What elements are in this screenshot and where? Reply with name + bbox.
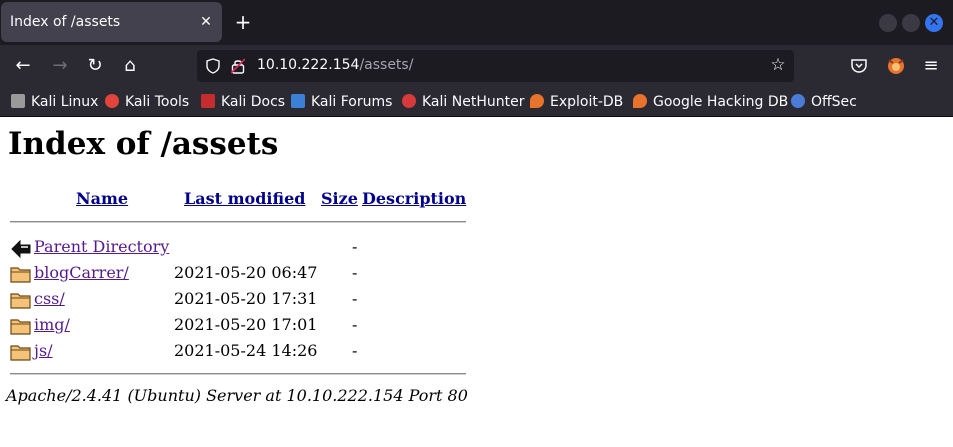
bookmark-kali-nethunter[interactable]: Kali NetHunter bbox=[402, 93, 524, 111]
row-date: 2021-05-24 14:26 bbox=[174, 341, 318, 360]
bookmark-exploit-db[interactable]: Exploit-DB bbox=[530, 93, 623, 111]
server-signature: Apache/2.4.41 (Ubuntu) Server at 10.10.2… bbox=[6, 386, 468, 405]
navigation-toolbar: ← → ↻ ⌂ 10.10.222.154/assets/ ☆ ≡ bbox=[0, 45, 953, 87]
extension-fox-icon[interactable] bbox=[886, 56, 906, 76]
exploit-db-icon bbox=[530, 94, 544, 108]
ghdb-icon bbox=[633, 94, 647, 108]
offsec-icon bbox=[791, 94, 805, 108]
bookmark-star-icon[interactable]: ☆ bbox=[768, 55, 788, 75]
row-date: 2021-05-20 17:01 bbox=[174, 315, 318, 334]
kali-dragon-icon bbox=[11, 94, 25, 108]
kali-tools-icon bbox=[105, 94, 119, 108]
page-title: Index of /assets bbox=[8, 126, 279, 162]
folder-link-css[interactable]: css/ bbox=[34, 289, 65, 308]
minimize-button[interactable] bbox=[879, 14, 897, 32]
table-row: Parent Directory - bbox=[0, 237, 470, 258]
column-header-description[interactable]: Description bbox=[362, 189, 466, 208]
footer-divider bbox=[10, 373, 466, 375]
back-icon[interactable]: ← bbox=[12, 55, 34, 77]
kali-docs-icon bbox=[201, 94, 215, 108]
bookmark-google-hacking-db[interactable]: Google Hacking DB bbox=[633, 93, 788, 111]
bookmark-label: Kali Docs bbox=[221, 94, 286, 110]
bookmark-kali-tools[interactable]: Kali Tools bbox=[105, 93, 189, 111]
bookmark-label: Kali Linux bbox=[31, 94, 99, 110]
row-size: - bbox=[352, 341, 358, 360]
url-path: /assets/ bbox=[359, 57, 414, 73]
kali-forums-icon bbox=[291, 94, 305, 108]
row-size: - bbox=[352, 263, 358, 282]
url-text[interactable]: 10.10.222.154/assets/ bbox=[257, 57, 413, 73]
folder-link-blogcarrer[interactable]: blogCarrer/ bbox=[34, 263, 129, 282]
table-row: js/ 2021-05-24 14:26 - bbox=[0, 341, 470, 361]
row-size: - bbox=[352, 315, 358, 334]
bookmarks-toolbar: Kali Linux Kali Tools Kali Docs Kali For… bbox=[0, 87, 953, 117]
table-row: css/ 2021-05-20 17:31 - bbox=[0, 289, 470, 309]
bookmark-label: Kali Tools bbox=[125, 94, 190, 110]
row-date: 2021-05-20 17:31 bbox=[174, 289, 318, 308]
bookmark-label: Exploit-DB bbox=[550, 94, 624, 110]
folder-icon bbox=[10, 267, 31, 283]
maximize-button[interactable] bbox=[902, 14, 920, 32]
bookmark-label: Kali NetHunter bbox=[422, 94, 525, 110]
insecure-lock-icon[interactable] bbox=[231, 58, 245, 74]
back-arrow-icon bbox=[11, 239, 31, 258]
bookmark-label: Google Hacking DB bbox=[653, 94, 789, 110]
bookmark-kali-forums[interactable]: Kali Forums bbox=[291, 93, 392, 111]
page-content: Index of /assets Name Last modified Size… bbox=[0, 118, 953, 447]
folder-link-img[interactable]: img/ bbox=[34, 315, 70, 334]
tab-title: Index of /assets bbox=[10, 14, 121, 30]
row-size: - bbox=[352, 237, 358, 256]
new-tab-icon[interactable]: + bbox=[233, 12, 253, 32]
tab-bar: Index of /assets ✕ + ✕ bbox=[0, 0, 953, 45]
bookmark-label: OffSec bbox=[811, 94, 857, 110]
window-close-button[interactable]: ✕ bbox=[925, 14, 943, 32]
row-date: 2021-05-20 06:47 bbox=[174, 263, 318, 282]
bookmark-kali-docs[interactable]: Kali Docs bbox=[201, 93, 285, 111]
tracking-shield-icon[interactable] bbox=[205, 58, 221, 74]
home-icon[interactable]: ⌂ bbox=[119, 55, 141, 77]
folder-icon bbox=[10, 319, 31, 335]
column-header-size[interactable]: Size bbox=[321, 189, 358, 208]
pocket-icon[interactable] bbox=[850, 57, 868, 75]
folder-link-js[interactable]: js/ bbox=[34, 341, 53, 360]
column-header-name[interactable]: Name bbox=[76, 189, 128, 208]
forward-icon[interactable]: → bbox=[49, 55, 71, 77]
folder-icon bbox=[10, 293, 31, 309]
bookmark-offsec[interactable]: OffSec bbox=[791, 93, 857, 111]
row-size: - bbox=[352, 289, 358, 308]
url-bar[interactable]: 10.10.222.154/assets/ ☆ bbox=[197, 50, 794, 82]
table-row: img/ 2021-05-20 17:01 - bbox=[0, 315, 470, 335]
reload-icon[interactable]: ↻ bbox=[84, 55, 106, 77]
bookmark-label: Kali Forums bbox=[311, 94, 393, 110]
folder-icon bbox=[10, 345, 31, 361]
bookmark-kali-linux[interactable]: Kali Linux bbox=[11, 93, 98, 111]
kali-nethunter-icon bbox=[402, 94, 416, 108]
parent-directory-link[interactable]: Parent Directory bbox=[34, 237, 169, 256]
header-divider bbox=[10, 221, 466, 223]
tab-close-icon[interactable]: ✕ bbox=[197, 13, 215, 31]
table-row: blogCarrer/ 2021-05-20 06:47 - bbox=[0, 263, 470, 283]
tab-active[interactable]: Index of /assets ✕ bbox=[1, 2, 222, 42]
url-host: 10.10.222.154 bbox=[257, 57, 360, 73]
menu-icon[interactable]: ≡ bbox=[920, 55, 942, 77]
column-header-last-modified[interactable]: Last modified bbox=[184, 189, 305, 208]
